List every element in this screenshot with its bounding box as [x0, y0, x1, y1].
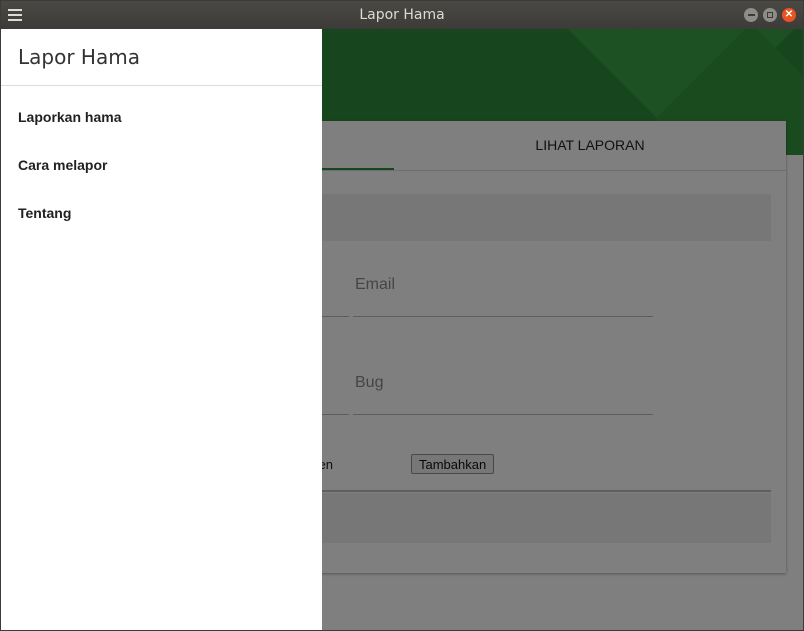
navigation-drawer: Lapor Hama Laporkan hama Cara melapor Te…: [1, 29, 322, 630]
window-title: Lapor Hama: [359, 7, 445, 23]
drawer-item-report-pest[interactable]: Laporkan hama: [1, 93, 322, 141]
drawer-item-about[interactable]: Tentang: [1, 189, 322, 237]
title-bar: Lapor Hama ✕: [1, 1, 803, 29]
close-button[interactable]: ✕: [782, 8, 796, 22]
minimize-button[interactable]: [744, 8, 758, 22]
maximize-button[interactable]: [763, 8, 777, 22]
drawer-menu: Laporkan hama Cara melapor Tentang: [1, 93, 322, 237]
drawer-item-how-to-report[interactable]: Cara melapor: [1, 141, 322, 189]
drawer-title: Lapor Hama: [18, 45, 140, 69]
drawer-divider: [1, 85, 322, 86]
app-window: Lapor Hama ✕ LIHAT LAPORAN Email Bug: [0, 0, 804, 631]
